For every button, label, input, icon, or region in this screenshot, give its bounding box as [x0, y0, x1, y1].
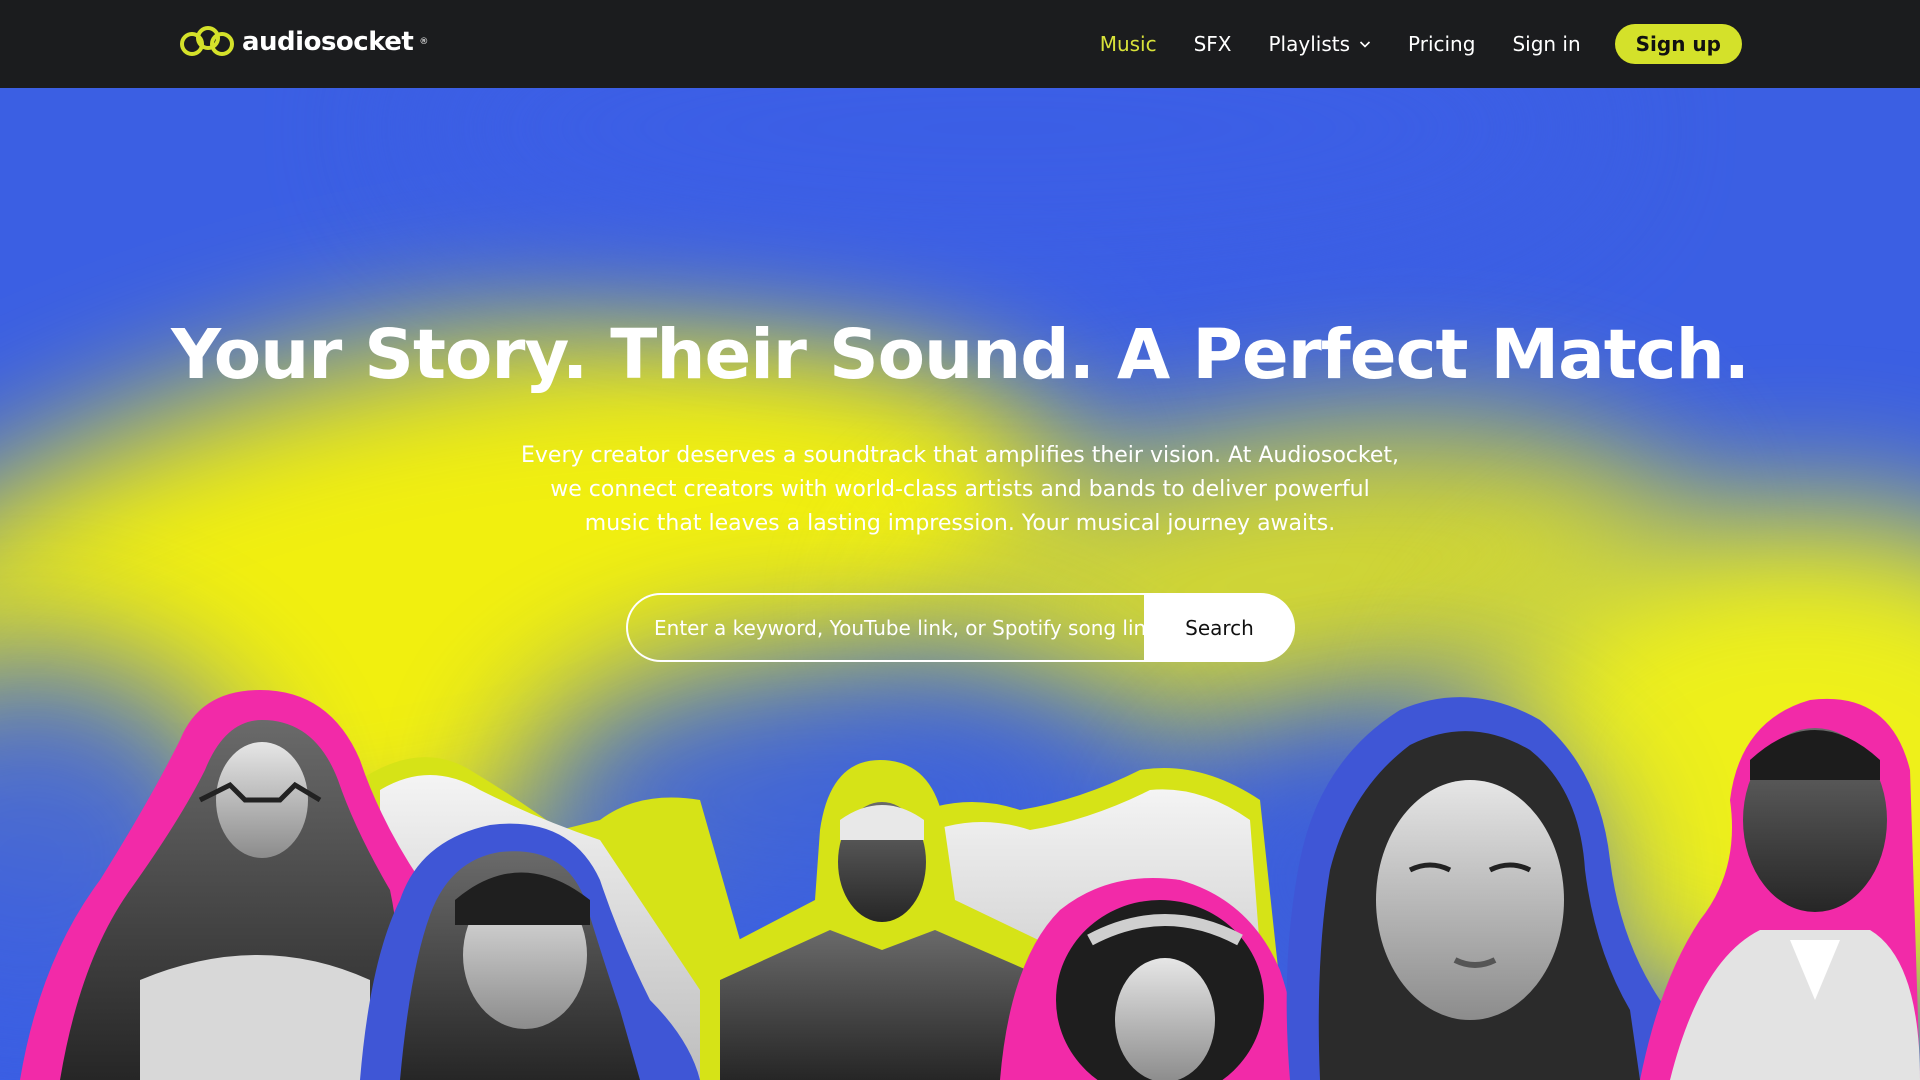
- hero-description: Every creator deserves a soundtrack that…: [520, 443, 1399, 536]
- brand-name: audiosocket: [242, 27, 414, 57]
- trademark-mark: ®: [419, 37, 429, 47]
- nav-music[interactable]: Music: [1100, 32, 1157, 56]
- search-input[interactable]: [626, 593, 1144, 662]
- search-bar: Search: [626, 593, 1295, 662]
- hero-section: [0, 88, 1920, 1080]
- chevron-down-icon: [1359, 41, 1371, 48]
- nav-playlists[interactable]: Playlists: [1269, 32, 1372, 56]
- hero-title: Your Story. Their Sound. A Perfect Match…: [171, 315, 1750, 395]
- nav-sign-in[interactable]: Sign in: [1512, 32, 1580, 56]
- artist-right-man: [1640, 698, 1920, 1080]
- nav-playlists-label: Playlists: [1268, 32, 1351, 56]
- artist-long-hair-woman: [1286, 697, 1690, 1080]
- artist-collage: [20, 690, 1920, 1080]
- sign-up-button[interactable]: Sign up: [1614, 24, 1742, 64]
- search-button[interactable]: Search: [1144, 593, 1295, 662]
- logo-link[interactable]: audiosocket ®: [178, 22, 428, 62]
- page: audiosocket ® Music SFX Playlists Pricin…: [0, 0, 1920, 1080]
- nav-pricing[interactable]: Pricing: [1408, 32, 1475, 56]
- nav-sfx[interactable]: SFX: [1194, 32, 1232, 56]
- main-nav: Music SFX Playlists Pricing Sign in Sign…: [1063, 0, 1742, 88]
- audiosocket-logo-icon: [180, 26, 234, 56]
- site-header: audiosocket ® Music SFX Playlists Pricin…: [0, 0, 1920, 88]
